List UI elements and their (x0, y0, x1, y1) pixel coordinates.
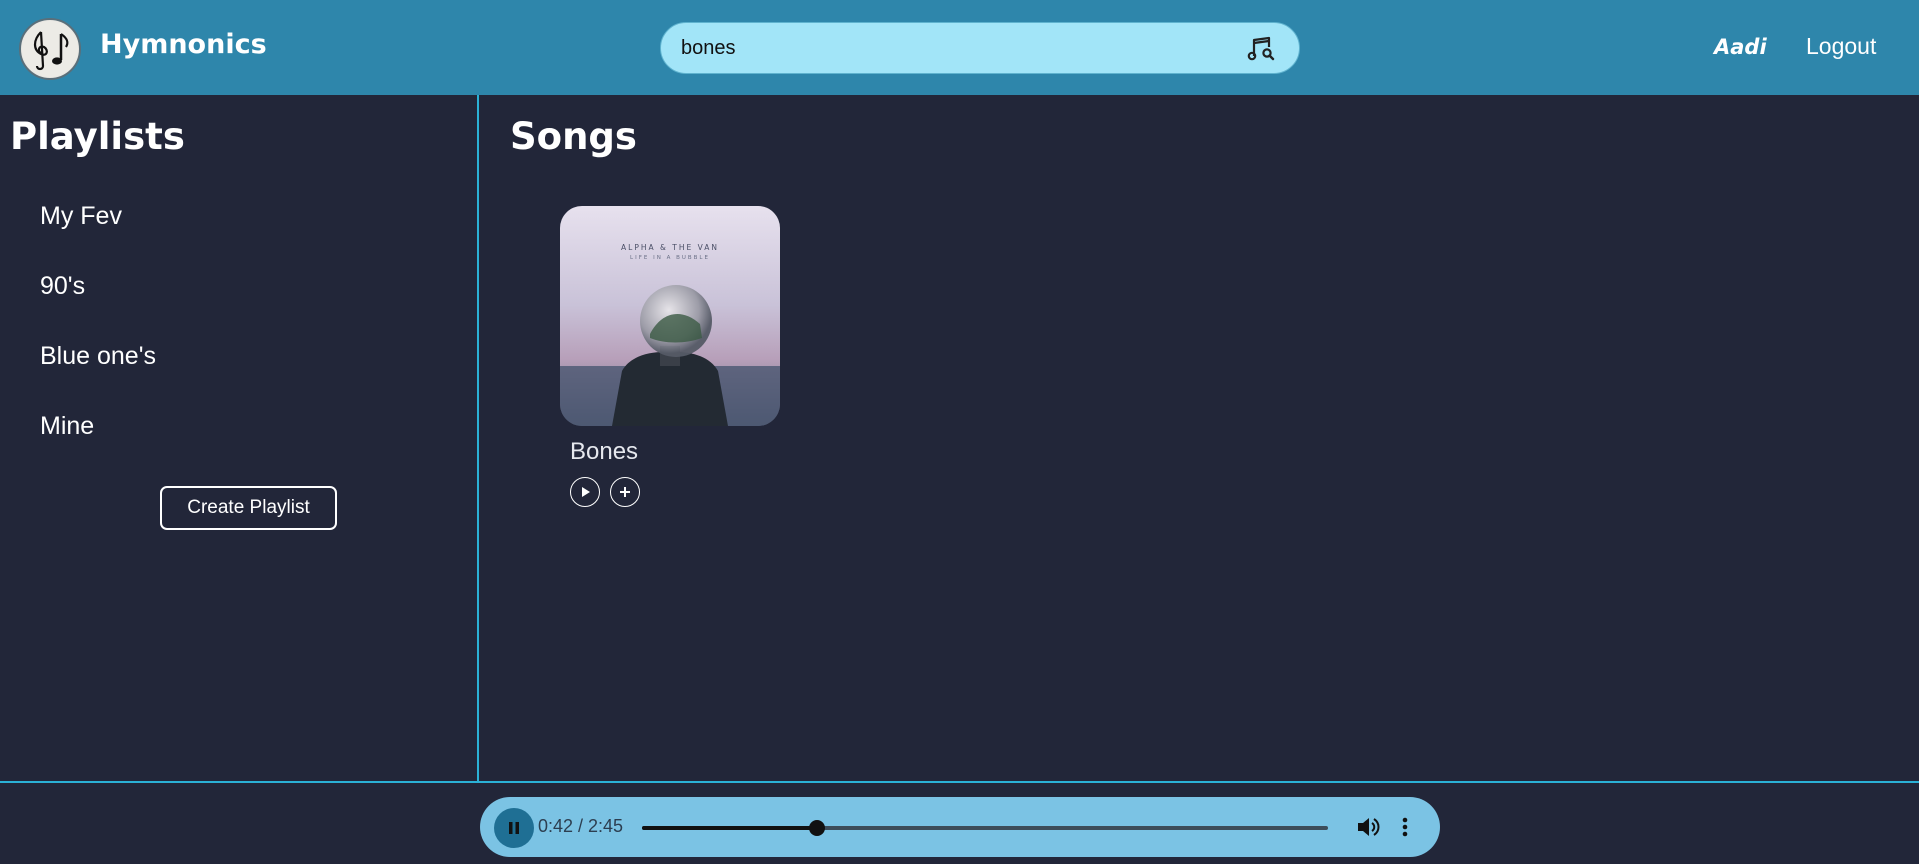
search-bar (660, 22, 1300, 74)
sidebar-item-playlist[interactable]: Blue one's (40, 342, 156, 371)
volume-button[interactable] (1354, 813, 1382, 841)
pause-icon (509, 822, 519, 834)
time-display: 0:42 / 2:45 (538, 816, 624, 836)
seek-bar-progress (642, 826, 817, 830)
search-button[interactable] (1247, 34, 1277, 64)
logout-link[interactable]: Logout (1806, 33, 1876, 60)
brand-name: Hymnonics (100, 29, 267, 60)
plus-icon (620, 487, 630, 497)
more-vertical-icon (1402, 817, 1408, 837)
pause-button[interactable] (494, 808, 534, 848)
seek-bar-handle[interactable] (808, 820, 825, 836)
add-to-playlist-button[interactable] (610, 477, 640, 507)
song-title: Bones (570, 438, 639, 465)
play-icon (582, 487, 590, 497)
more-options-button[interactable] (1396, 813, 1414, 841)
app-logo[interactable] (19, 18, 81, 80)
top-navbar: Hymnonics Aadi Logout (0, 0, 1919, 95)
music-notes-logo-icon (22, 21, 78, 77)
volume-icon (1358, 818, 1380, 836)
play-song-button[interactable] (570, 477, 600, 507)
song-card: ALPHA & THE VAN LIFE IN A BUBBLE Bones (560, 206, 780, 507)
playlists-heading: Playlists (10, 115, 185, 158)
cover-album-text: LIFE IN A BUBBLE (630, 255, 710, 261)
create-playlist-button[interactable]: Create Playlist (160, 486, 337, 530)
sidebar-item-playlist[interactable]: 90's (40, 272, 85, 301)
footer-divider (0, 781, 1919, 783)
cover-artist-text: ALPHA & THE VAN (621, 243, 719, 252)
songs-heading: Songs (510, 115, 637, 158)
search-input[interactable] (681, 23, 1221, 73)
audio-player: 0:42 / 2:45 (480, 797, 1440, 857)
sidebar-item-playlist[interactable]: Mine (40, 412, 94, 441)
sidebar-item-playlist[interactable]: My Fev (40, 202, 122, 231)
music-search-icon (1247, 36, 1275, 61)
seek-bar[interactable] (642, 820, 1328, 836)
album-cover-image[interactable]: ALPHA & THE VAN LIFE IN A BUBBLE (560, 206, 780, 426)
user-name[interactable]: Aadi (1714, 35, 1767, 59)
playlist-sidebar: Playlists My Fev 90's Blue one's Mine Cr… (0, 95, 479, 782)
